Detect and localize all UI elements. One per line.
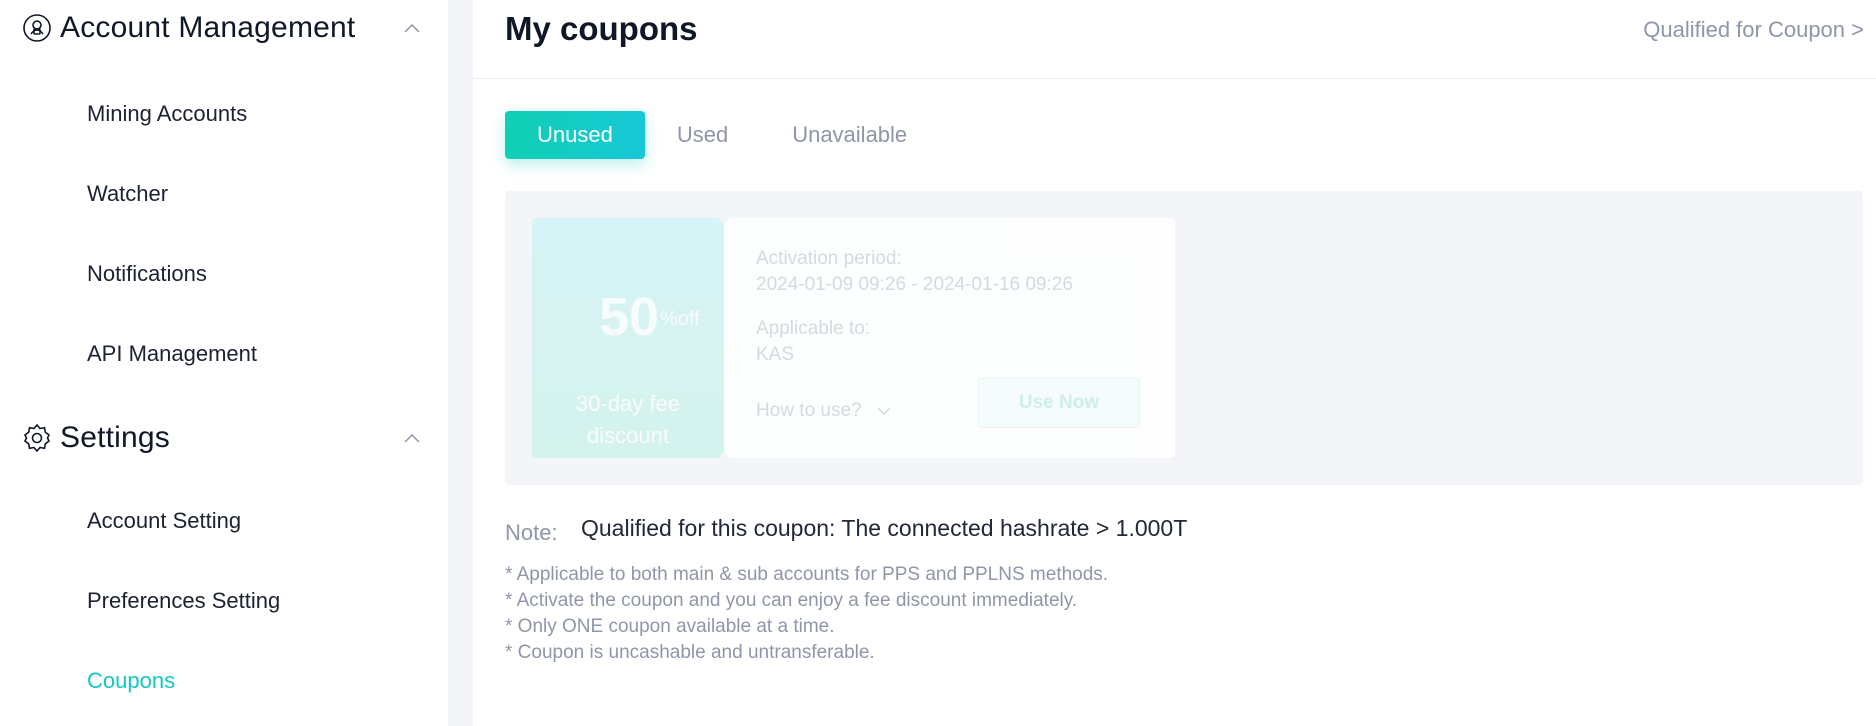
discount-description: 30-day fee discount (576, 391, 680, 448)
use-now-button[interactable]: Use Now (978, 378, 1140, 428)
discount-value: 50 (599, 287, 660, 347)
note-line: * Only ONE coupon available at a time. (505, 616, 835, 637)
note-line: * Coupon is uncashable and untransferabl… (505, 642, 875, 663)
activation-period: 2024-01-09 09:26 - 2024-01-16 09:26 (756, 274, 1073, 295)
coupon-qualification-tooltip: Qualified for this coupon: The connected… (581, 515, 1188, 541)
applicable-label: Applicable to: (756, 318, 871, 339)
gear-icon (22, 423, 52, 453)
coupon-discount-stub: 50 %off 30-day fee discount (532, 213, 729, 463)
chevron-down-icon (876, 403, 892, 419)
section-header-account-management[interactable]: Account Management (22, 8, 422, 48)
tab-used[interactable]: Used (645, 111, 760, 159)
sidebar-item-preferences-setting[interactable]: Preferences Setting (87, 586, 280, 616)
discount-unit: %off (660, 308, 700, 330)
qualified-for-coupon-link[interactable]: Qualified for Coupon > (1643, 17, 1864, 43)
applicable-value: KAS (756, 344, 795, 365)
sidebar-item-coupons[interactable]: Coupons (87, 666, 175, 696)
how-to-use-toggle[interactable]: How to use? (756, 400, 892, 422)
tab-unavailable[interactable]: Unavailable (760, 111, 939, 159)
note-title: Note: (505, 520, 558, 545)
coupon-card: 50 %off 30-day fee discount Activation p… (532, 213, 1175, 463)
sidebar-item-notifications[interactable]: Notifications (87, 259, 207, 289)
chevron-up-icon[interactable] (402, 428, 422, 448)
coupon-details: Activation period: 2024-01-09 09:26 - 20… (756, 248, 1156, 366)
sidebar: Account Management Mining Accounts Watch… (0, 0, 448, 726)
note-list: * Applicable to both main & sub accounts… (505, 562, 1108, 666)
note-line: * Applicable to both main & sub accounts… (505, 564, 1109, 585)
how-to-use-label: How to use? (756, 400, 862, 421)
sidebar-item-account-setting[interactable]: Account Setting (87, 506, 241, 536)
section-title-settings: Settings (60, 421, 170, 454)
page-title: My coupons (505, 10, 698, 47)
tab-unused[interactable]: Unused (505, 111, 645, 159)
section-header-settings[interactable]: Settings (22, 418, 422, 458)
sidebar-item-api-management[interactable]: API Management (87, 339, 257, 369)
coupon-list-panel: 50 %off 30-day fee discount Activation p… (505, 191, 1863, 541)
sidebar-item-mining-accounts[interactable]: Mining Accounts (87, 99, 247, 129)
section-title-account-management: Account Management (60, 11, 356, 44)
chevron-up-icon[interactable] (402, 18, 422, 38)
main-content: My coupons Qualified for Coupon > Unused… (473, 0, 1876, 726)
user-circle-icon (22, 13, 52, 43)
note-line: * Activate the coupon and you can enjoy … (505, 590, 1078, 611)
coupon-tabs: Unused Used Unavailable (505, 111, 939, 159)
page-header: My coupons Qualified for Coupon > (473, 0, 1876, 79)
activation-label: Activation period: (756, 248, 902, 269)
sidebar-item-watcher[interactable]: Watcher (87, 179, 168, 209)
